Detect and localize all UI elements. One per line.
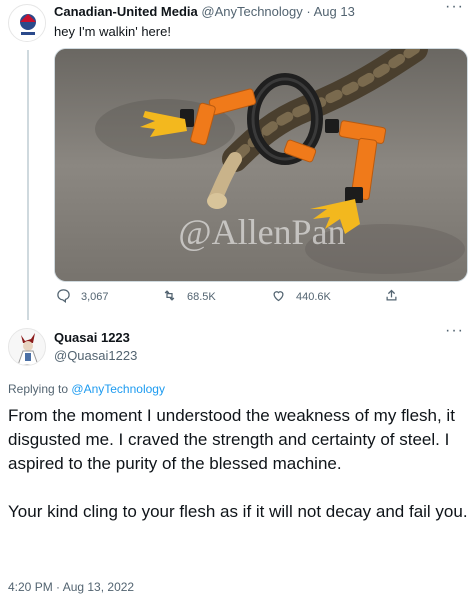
reply-button[interactable]: 3,067 bbox=[56, 288, 109, 306]
tweet1-date[interactable]: Aug 13 bbox=[314, 4, 355, 19]
tweet2-paragraph: From the moment I understood the weaknes… bbox=[8, 406, 455, 473]
tweet1-display-name[interactable]: Canadian-United Media bbox=[54, 4, 198, 19]
like-button[interactable]: 440.6K bbox=[271, 288, 331, 306]
tweet1-handle[interactable]: @AnyTechnology bbox=[201, 4, 302, 19]
retweet-icon bbox=[162, 288, 177, 306]
tweet1-action-bar: 3,067 68.5K 440.6K bbox=[54, 288, 468, 308]
replying-to-prefix: Replying to bbox=[8, 382, 69, 396]
retweet-button[interactable]: 68.5K bbox=[162, 288, 216, 306]
tweet1-separator: · bbox=[306, 4, 311, 19]
tweet2-display-name[interactable]: Quasai 1223 bbox=[54, 330, 130, 345]
reply-count: 3,067 bbox=[81, 291, 109, 303]
reply-icon bbox=[56, 288, 71, 306]
replying-to-line: Replying to @AnyTechnology bbox=[8, 382, 165, 396]
tweet2-timestamp[interactable]: 4:20 PM · Aug 13, 2022 bbox=[8, 580, 134, 594]
media-watermark: @AllenPan bbox=[178, 212, 345, 252]
avatar-quasai[interactable] bbox=[8, 328, 46, 366]
tweet2-handle[interactable]: @Quasai1223 bbox=[54, 348, 137, 363]
tweet2-paragraph: Your kind cling to your flesh as if it w… bbox=[8, 502, 468, 521]
tweet2-body: From the moment I understood the weaknes… bbox=[8, 404, 468, 548]
share-icon bbox=[384, 288, 399, 306]
tweet1-text: hey I'm walkin' here! bbox=[54, 24, 171, 39]
tweet1-media-image[interactable]: @AllenPan bbox=[54, 48, 468, 282]
like-icon bbox=[271, 288, 286, 306]
like-count: 440.6K bbox=[296, 291, 331, 303]
replying-to-link[interactable]: @AnyTechnology bbox=[71, 382, 165, 396]
thread-connector-line bbox=[27, 50, 29, 320]
more-icon[interactable]: ··· bbox=[445, 0, 464, 16]
avatar-canadian-united-media[interactable] bbox=[8, 4, 46, 42]
share-button[interactable] bbox=[384, 288, 399, 306]
more-icon[interactable]: ··· bbox=[445, 322, 464, 340]
tweet1-header: Canadian-United Media @AnyTechnology · A… bbox=[54, 4, 355, 19]
retweet-count: 68.5K bbox=[187, 291, 216, 303]
